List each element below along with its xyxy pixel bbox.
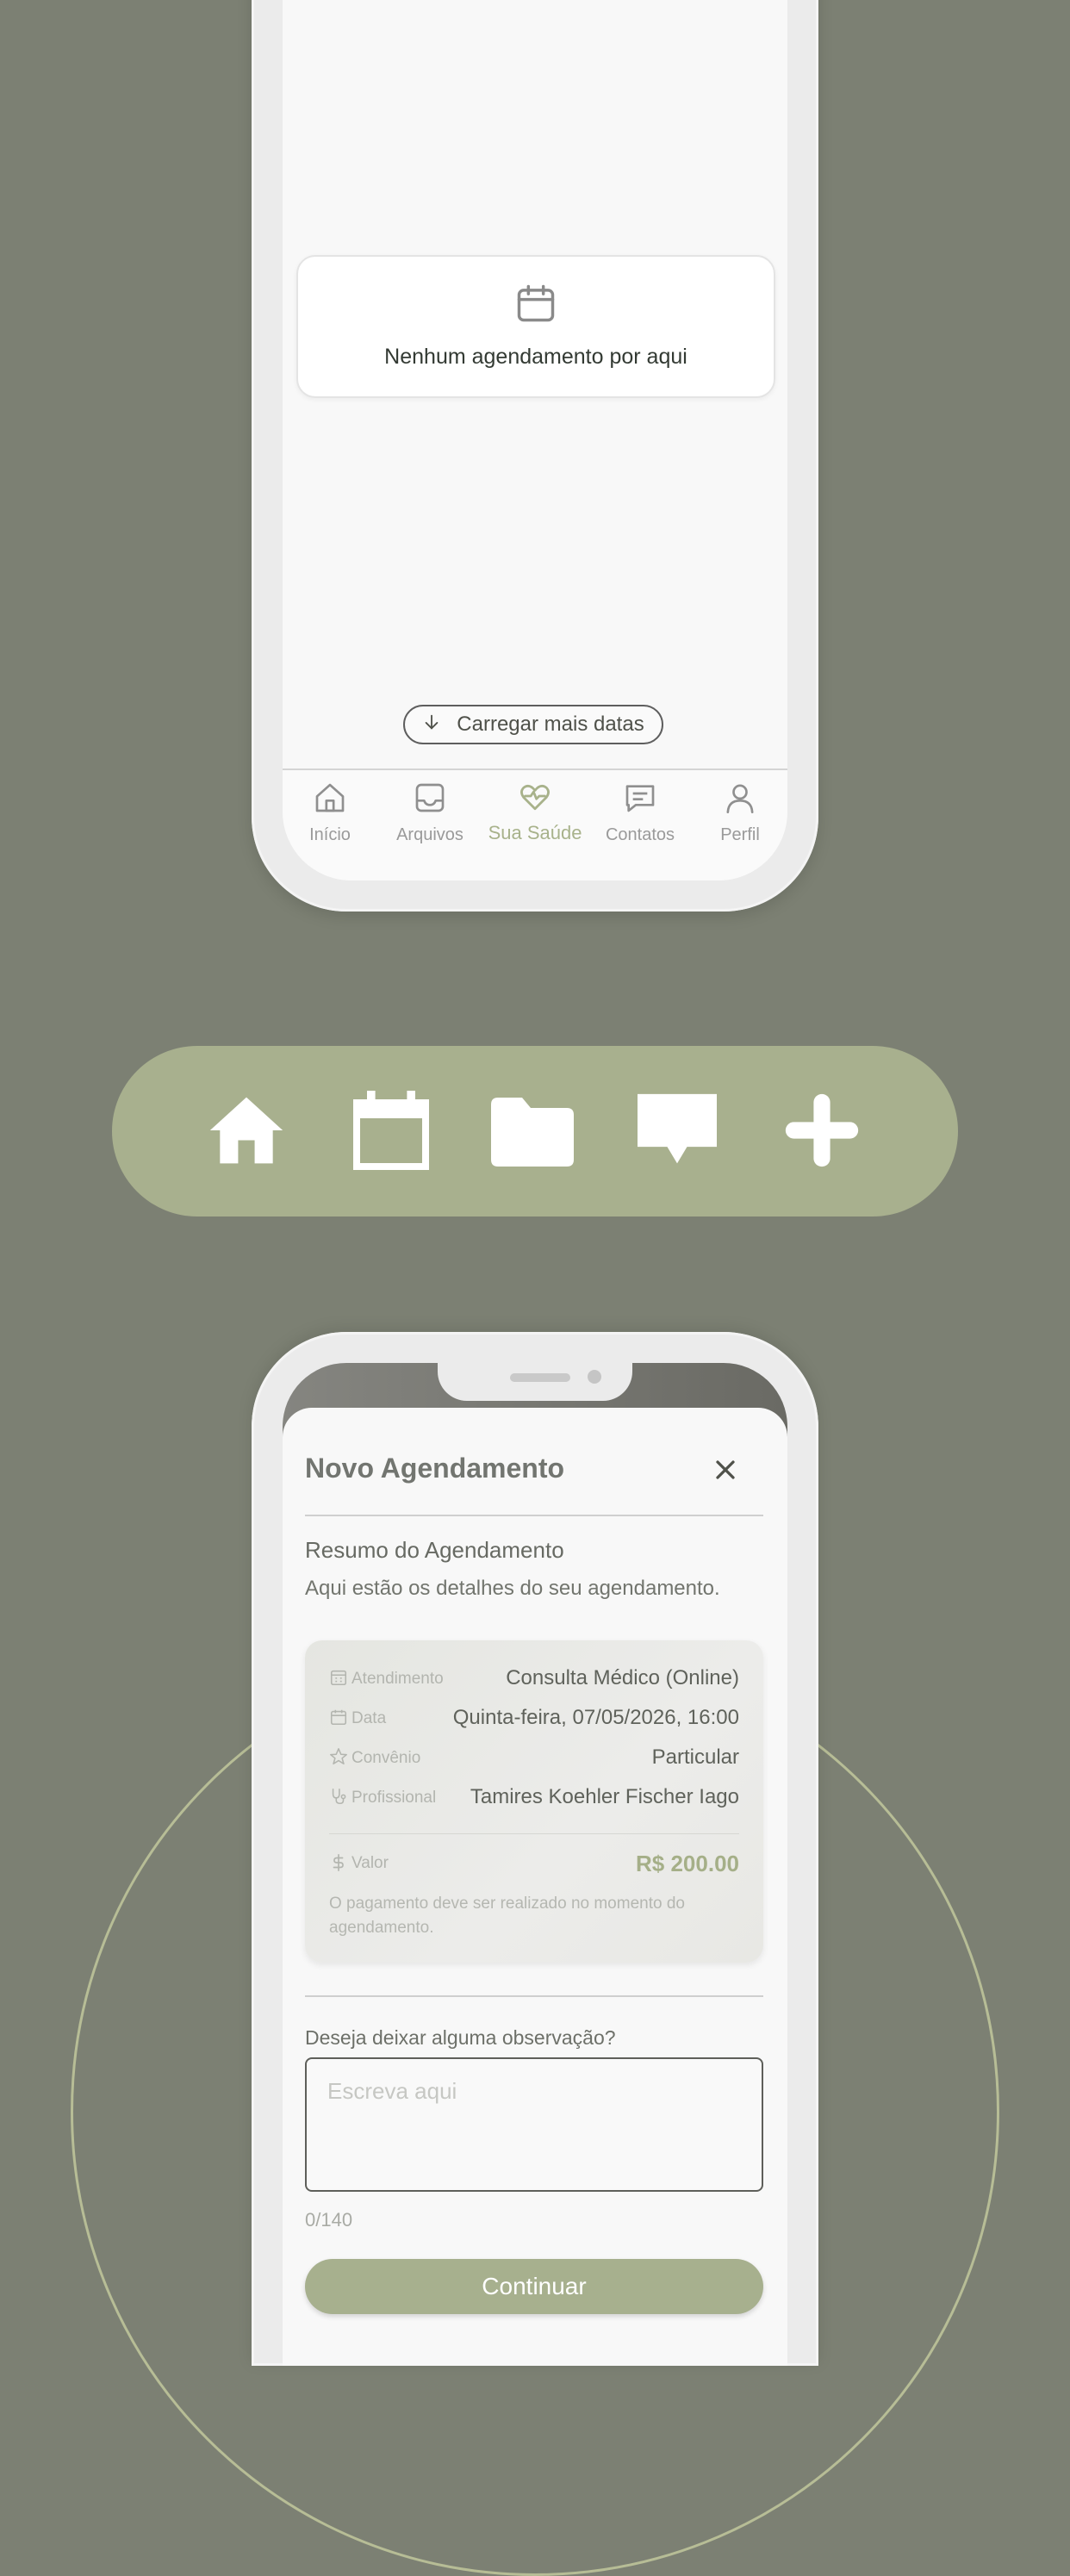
nav-item-sua-saude[interactable]: Sua Saúde <box>488 770 582 844</box>
detail-value: Tamires Koehler Fischer Iago <box>470 1785 739 1808</box>
card-divider <box>329 1833 739 1834</box>
detail-value: Particular <box>651 1745 739 1769</box>
nav-label: Perfil <box>720 825 760 844</box>
empty-state-card: Nenhum agendamento por aqui <box>296 255 775 398</box>
message-icon <box>593 781 687 820</box>
calendar-icon[interactable] <box>353 1091 429 1174</box>
observation-label: Deseja deixar alguma observação? <box>305 2026 616 2049</box>
icon-toolbar <box>112 1046 958 1216</box>
phone-notch <box>438 1363 632 1401</box>
detail-label: Atendimento <box>351 1670 444 1688</box>
stethoscope-icon <box>329 1787 348 1810</box>
phone-frame-bottom: Novo Agendamento Resumo do Agendamento A… <box>252 1332 818 2366</box>
speaker-grille <box>510 1373 570 1382</box>
nav-label: Contatos <box>605 825 675 844</box>
close-icon[interactable] <box>710 1454 741 1485</box>
appointment-details-card: Atendimento Consulta Médico (Online) Dat… <box>305 1640 763 1963</box>
detail-row-valor: Valor R$ 200.00 <box>329 1849 739 1878</box>
plus-icon[interactable] <box>782 1091 862 1174</box>
nav-label: Sua Saúde <box>488 822 582 843</box>
nav-label: Arquivos <box>396 825 463 844</box>
calendar-icon <box>329 1708 348 1731</box>
detail-row-profissional: Profissional Tamires Koehler Fischer Iag… <box>329 1783 739 1813</box>
nav-item-arquivos[interactable]: Arquivos <box>383 770 477 845</box>
summary-title: Resumo do Agendamento <box>305 1537 564 1563</box>
observation-input[interactable] <box>305 2057 763 2192</box>
agenda-screen: Nenhum agendamento por aqui Carregar mai… <box>283 0 787 880</box>
new-appointment-modal: Novo Agendamento Resumo do Agendamento A… <box>283 1408 787 2366</box>
char-counter: 0/140 <box>305 2209 353 2231</box>
empty-state-text: Nenhum agendamento por aqui <box>384 345 687 369</box>
nav-item-perfil[interactable]: Perfil <box>693 770 787 845</box>
detail-value: Quinta-feira, 07/05/2026, 16:00 <box>452 1706 739 1729</box>
home-icon[interactable] <box>207 1091 286 1174</box>
detail-row-atendimento: Atendimento Consulta Médico (Online) <box>329 1664 739 1694</box>
nav-label: Início <box>309 825 351 844</box>
detail-row-data: Data Quinta-feira, 07/05/2026, 16:00 <box>329 1704 739 1733</box>
payment-note: O pagamento deve ser realizado no moment… <box>329 1895 685 1937</box>
user-icon <box>693 781 787 820</box>
detail-label: Profissional <box>351 1789 437 1807</box>
divider <box>305 1995 763 1997</box>
summary-subtitle: Aqui estão os detalhes do seu agendament… <box>305 1577 720 1600</box>
nav-item-inicio[interactable]: Início <box>283 770 377 845</box>
dollar-icon <box>329 1852 348 1877</box>
folder-icon[interactable] <box>491 1091 574 1174</box>
nav-item-contatos[interactable]: Contatos <box>593 770 687 845</box>
divider <box>305 1515 763 1516</box>
bottom-navigation: Início Arquivos Sua Saúde Contatos Perfi… <box>283 768 787 880</box>
detail-label: Valor <box>351 1854 389 1872</box>
chat-bubble-icon[interactable] <box>638 1091 717 1174</box>
calendar-icon <box>513 281 558 330</box>
star-icon <box>329 1747 348 1770</box>
arrow-down-icon <box>422 712 441 737</box>
modal-title: Novo Agendamento <box>305 1453 565 1484</box>
detail-value: Consulta Médico (Online) <box>506 1666 739 1689</box>
heart-pulse-icon <box>488 781 582 817</box>
building-icon <box>329 1668 348 1691</box>
detail-label: Data <box>351 1709 387 1727</box>
continue-button[interactable]: Continuar <box>305 2259 763 2314</box>
detail-row-convenio: Convênio Particular <box>329 1744 739 1773</box>
price-value: R$ 200.00 <box>636 1851 739 1876</box>
inbox-icon <box>383 781 477 820</box>
load-more-label: Carregar mais datas <box>457 712 644 736</box>
detail-label: Convênio <box>351 1749 421 1767</box>
load-more-button[interactable]: Carregar mais datas <box>403 705 663 744</box>
front-camera <box>588 1370 601 1384</box>
phone-frame-top: Nenhum agendamento por aqui Carregar mai… <box>252 0 818 912</box>
home-icon <box>283 781 377 820</box>
